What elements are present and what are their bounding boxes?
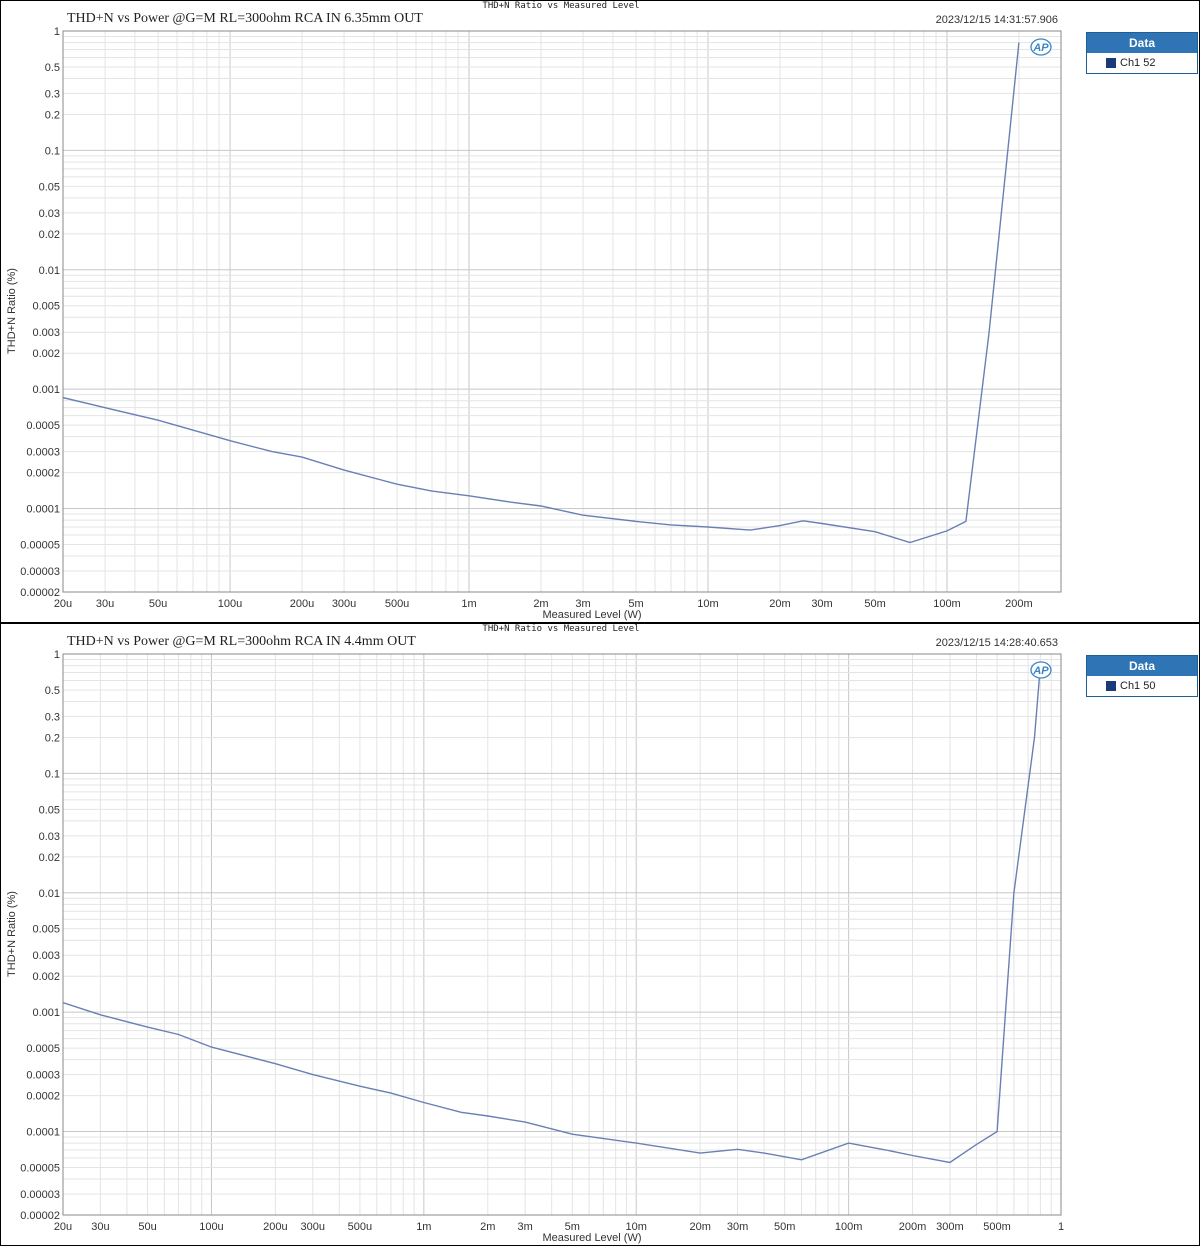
x-tick-label: 500m <box>983 1221 1011 1233</box>
grid <box>62 30 1062 593</box>
y-tick-label: 0.003 <box>32 950 60 962</box>
y-tick-label: 0.01 <box>39 265 60 277</box>
x-tick-label: 200u <box>263 1221 287 1233</box>
y-tick-label: 0.0003 <box>26 447 60 459</box>
chart-panel-top: THD+N Ratio vs Measured Level THD+N vs P… <box>0 0 1200 623</box>
legend-item[interactable]: Ch1 50 <box>1087 676 1197 696</box>
svg-text:AP: AP <box>1032 42 1049 54</box>
y-tick-label: 0.5 <box>45 685 60 697</box>
y-tick-label: 0.2 <box>45 732 60 744</box>
legend-item-label: Ch1 50 <box>1120 680 1156 692</box>
y-axis-label: THD+N Ratio (%) <box>6 268 18 354</box>
legend-item-label: Ch1 52 <box>1120 57 1156 69</box>
plot-area[interactable]: 20u 30u 50u 100u 200u 300u 500u 1m 2m 3m 5m 10m 20m 3… <box>1 624 1200 1246</box>
x-tick-label: 200m <box>899 1221 927 1233</box>
x-tick-label: 2m <box>480 1221 495 1233</box>
y-tick-label: 0.002 <box>32 348 60 360</box>
y-tick-label: 0.3 <box>45 88 60 100</box>
y-tick-label: 0.0001 <box>26 504 60 516</box>
ap-logo-icon: AP <box>1030 38 1052 56</box>
y-tick-label: 0.00003 <box>20 566 60 578</box>
x-tick-label: 20u <box>54 1221 72 1233</box>
y-tick-label: 0.03 <box>39 208 60 220</box>
x-tick-label: 3m <box>518 1221 533 1233</box>
x-tick-label: 100u <box>218 598 242 610</box>
legend-title: Data <box>1087 656 1197 676</box>
x-axis-label: Measured Level (W) <box>542 609 641 621</box>
x-tick-label: 500u <box>385 598 409 610</box>
y-tick-label: 0.0005 <box>26 420 60 432</box>
x-tick-label: 50m <box>864 598 885 610</box>
legend: Data Ch1 50 <box>1086 655 1198 697</box>
chart-panel-bottom: THD+N Ratio vs Measured Level THD+N vs P… <box>0 623 1200 1246</box>
y-tick-label: 0.005 <box>32 301 60 313</box>
x-tick-label: 30u <box>91 1221 109 1233</box>
x-tick-label: 20m <box>689 1221 710 1233</box>
y-tick-label: 0.05 <box>39 181 60 193</box>
y-tick-label: 0.00002 <box>20 1210 60 1222</box>
x-tick-label: 50u <box>149 598 167 610</box>
plot-frame <box>62 30 1062 593</box>
x-tick-label: 30m <box>811 598 832 610</box>
y-tick-label: 0.0005 <box>26 1043 60 1055</box>
y-tick-label: 0.002 <box>32 971 60 983</box>
x-tick-label: 100m <box>835 1221 863 1233</box>
y-tick-label: 0.5 <box>45 62 60 74</box>
ap-logo-icon: AP <box>1030 661 1052 679</box>
x-tick-label: 30u <box>96 598 114 610</box>
x-tick-label: 300m <box>936 1221 964 1233</box>
legend-item[interactable]: Ch1 52 <box>1087 53 1197 73</box>
x-tick-label: 1m <box>416 1221 431 1233</box>
x-tick-label: 100u <box>199 1221 223 1233</box>
y-tick-label: 0.005 <box>32 924 60 936</box>
y-tick-label: 0.0003 <box>26 1070 60 1082</box>
y-tick-label: 0.03 <box>39 831 60 843</box>
legend-swatch <box>1106 58 1116 68</box>
y-tick-label: 0.1 <box>45 145 60 157</box>
y-tick-label: 0.001 <box>32 384 60 396</box>
x-tick-label: 500u <box>348 1221 372 1233</box>
y-tick-label: 0.02 <box>39 852 60 864</box>
y-tick-label: 0.3 <box>45 711 60 723</box>
y-tick-label: 0.003 <box>32 327 60 339</box>
x-tick-label: 50m <box>774 1221 795 1233</box>
x-axis-label: Measured Level (W) <box>542 1232 641 1244</box>
y-tick-label: 0.00005 <box>20 539 60 551</box>
x-tick-label: 30m <box>727 1221 748 1233</box>
y-tick-label: 0.00002 <box>20 587 60 599</box>
y-tick-label: 1 <box>54 649 60 661</box>
x-tick-label: 200m <box>1005 598 1033 610</box>
y-tick-label: 0.00003 <box>20 1189 60 1201</box>
x-tick-label: 300u <box>301 1221 325 1233</box>
plot-area[interactable]: 20u 30u 50u 100u 200u 300u 500u 1m 2m 3m 5m 10m 20m 3… <box>1 1 1200 623</box>
x-tick-label: 300u <box>332 598 356 610</box>
x-tick-label: 200u <box>290 598 314 610</box>
y-tick-label: 0.05 <box>39 804 60 816</box>
x-tick-label: 20u <box>54 598 72 610</box>
y-tick-label: 0.00005 <box>20 1162 60 1174</box>
x-tick-label: 1 <box>1058 1221 1064 1233</box>
svg-text:AP: AP <box>1032 665 1049 677</box>
x-tick-label: 1m <box>461 598 476 610</box>
y-tick-label: 1 <box>54 26 60 38</box>
y-tick-label: 0.1 <box>45 768 60 780</box>
x-tick-label: 100m <box>933 598 961 610</box>
legend-swatch <box>1106 681 1116 691</box>
legend-title: Data <box>1087 33 1197 53</box>
y-tick-label: 0.0002 <box>26 468 60 480</box>
y-tick-label: 0.02 <box>39 229 60 241</box>
y-tick-label: 0.01 <box>39 888 60 900</box>
y-tick-label: 0.0001 <box>26 1127 60 1139</box>
legend: Data Ch1 52 <box>1086 32 1198 74</box>
y-tick-label: 0.2 <box>45 109 60 121</box>
y-tick-label: 0.001 <box>32 1007 60 1019</box>
y-tick-label: 0.0002 <box>26 1091 60 1103</box>
x-tick-label: 50u <box>138 1221 156 1233</box>
x-tick-label: 10m <box>697 598 718 610</box>
y-axis-label: THD+N Ratio (%) <box>6 891 18 977</box>
x-tick-label: 20m <box>769 598 790 610</box>
